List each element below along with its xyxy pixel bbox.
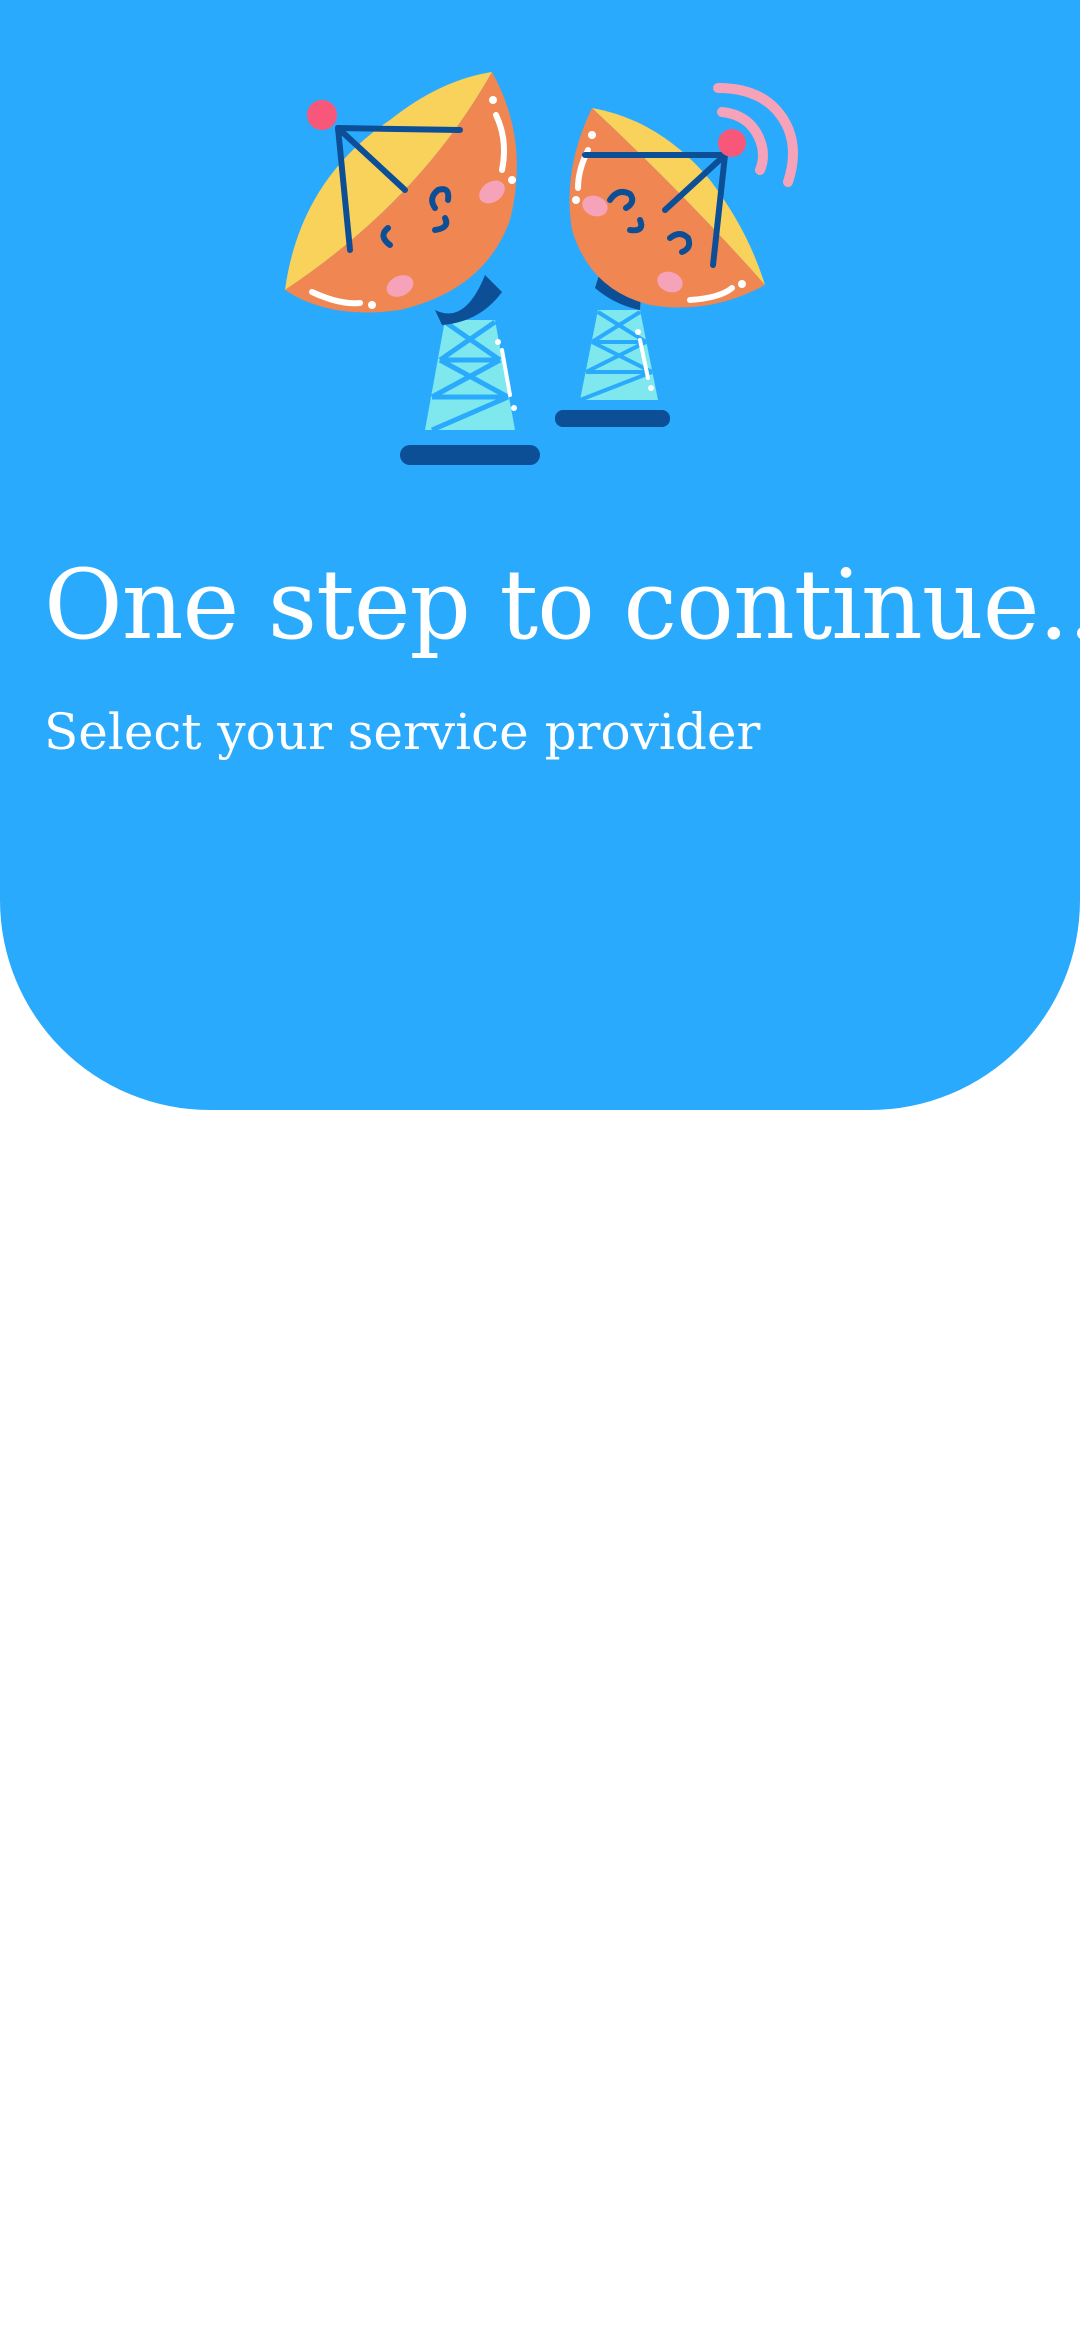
hero-panel: One step to continue... Select your serv… (0, 0, 1080, 1110)
left-satellite-dish-icon (285, 72, 540, 465)
page-title: One step to continue... (44, 549, 1080, 661)
onboarding-screen: One step to continue... Select your serv… (0, 0, 1080, 2340)
right-satellite-dish-icon (555, 83, 798, 427)
satellite-dishes-illustration (270, 60, 810, 480)
content-area (0, 1110, 1080, 2340)
page-subtitle: Select your service provider (44, 703, 761, 761)
